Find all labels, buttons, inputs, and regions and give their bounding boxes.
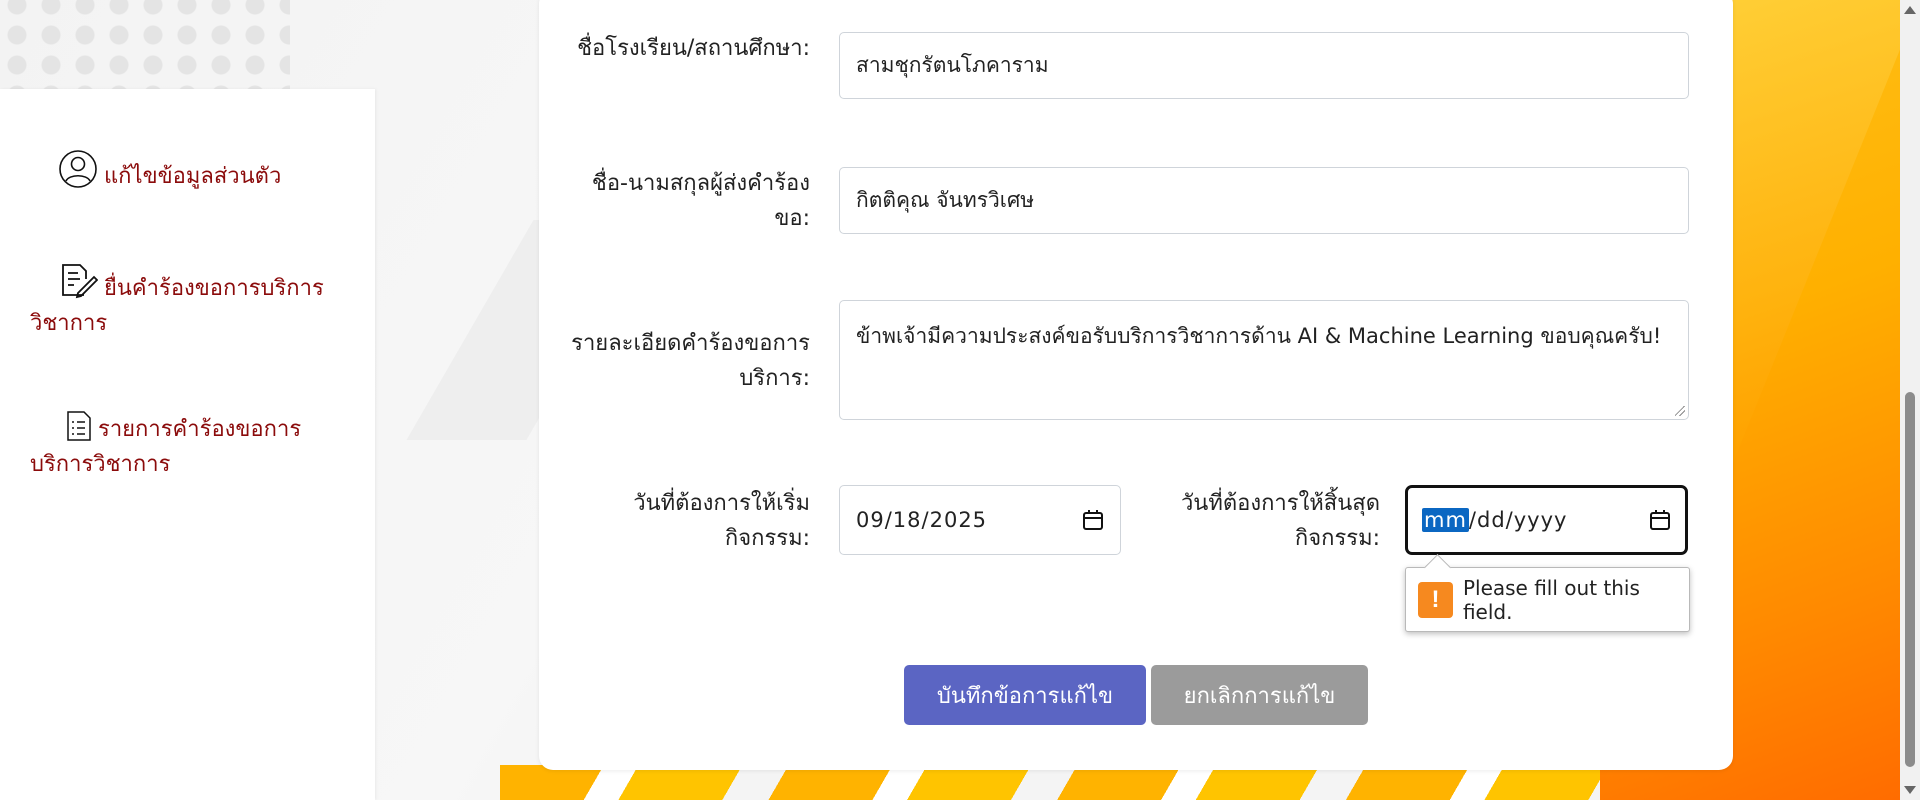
- validation-tooltip: ! Please fill out this field.: [1405, 567, 1690, 632]
- start-date-input[interactable]: 09/18/2025: [839, 485, 1121, 555]
- user-circle-icon: [58, 149, 98, 189]
- sidebar-item-edit-profile[interactable]: แก้ไขข้อมูลส่วนตัว: [30, 149, 350, 194]
- save-changes-button[interactable]: บันทึกข้อการแก้ไข: [904, 665, 1146, 725]
- scroll-down-arrow-icon[interactable]: [1904, 786, 1916, 794]
- sidebar-item-submit-request[interactable]: ยื่นคำร้องขอการบริการวิชาการ: [30, 261, 350, 341]
- warning-icon: !: [1418, 581, 1453, 618]
- end-date-placeholder: mm/dd/yyyy: [1422, 508, 1567, 532]
- sidebar-item-request-list[interactable]: รายการคำร้องขอการบริการวิชาการ: [30, 410, 350, 482]
- cancel-changes-button[interactable]: ยกเลิกการแก้ไข: [1151, 665, 1368, 725]
- sidebar-item-label: แก้ไขข้อมูลส่วนตัว: [104, 164, 282, 189]
- start-date-value: 09/18/2025: [856, 508, 988, 532]
- requester-name-input[interactable]: กิตติคุณ จันทรวิเศษ: [839, 167, 1689, 234]
- scrollbar-thumb[interactable]: [1905, 392, 1915, 767]
- end-date-input[interactable]: mm/dd/yyyy: [1405, 485, 1688, 555]
- end-date-label: วันที่ต้องการให้สิ้นสุดกิจกรรม:: [1180, 491, 1380, 551]
- sidebar: แก้ไขข้อมูลส่วนตัว ยื่นคำร้องขอการบริการ…: [0, 89, 375, 800]
- day-year-segments[interactable]: /dd/yyyy: [1469, 508, 1568, 532]
- list-document-icon: [66, 410, 92, 442]
- resize-handle[interactable]: [1675, 406, 1685, 416]
- background-stripes: [500, 765, 1600, 800]
- validation-message: Please fill out this field.: [1462, 575, 1640, 624]
- requester-name-label: ชื่อ-นามสกุลผู้ส่งคำร้องขอ:: [591, 171, 810, 231]
- scroll-up-arrow-icon[interactable]: [1904, 6, 1916, 14]
- edit-document-icon: [58, 261, 98, 301]
- request-details-textarea[interactable]: ข้าพเจ้ามีความประสงค์ขอรับบริการวิชาการด…: [839, 300, 1689, 420]
- school-name-input[interactable]: สามชุกรัตนโภคาราม: [839, 32, 1689, 99]
- request-details-label: รายละเอียดคำร้องขอการบริการ:: [571, 331, 810, 391]
- calendar-icon[interactable]: [1082, 509, 1104, 531]
- school-name-label: ชื่อโรงเรียน/สถานศึกษา:: [577, 36, 810, 61]
- start-date-label: วันที่ต้องการให้เริ่มกิจกรรม:: [633, 491, 810, 551]
- request-details-text: ข้าพเจ้ามีความประสงค์ขอรับบริการวิชาการด…: [856, 324, 1662, 348]
- calendar-icon[interactable]: [1649, 509, 1671, 531]
- background-dots: [0, 0, 290, 90]
- month-segment[interactable]: mm: [1422, 508, 1469, 532]
- page-scrollbar[interactable]: [1900, 0, 1920, 800]
